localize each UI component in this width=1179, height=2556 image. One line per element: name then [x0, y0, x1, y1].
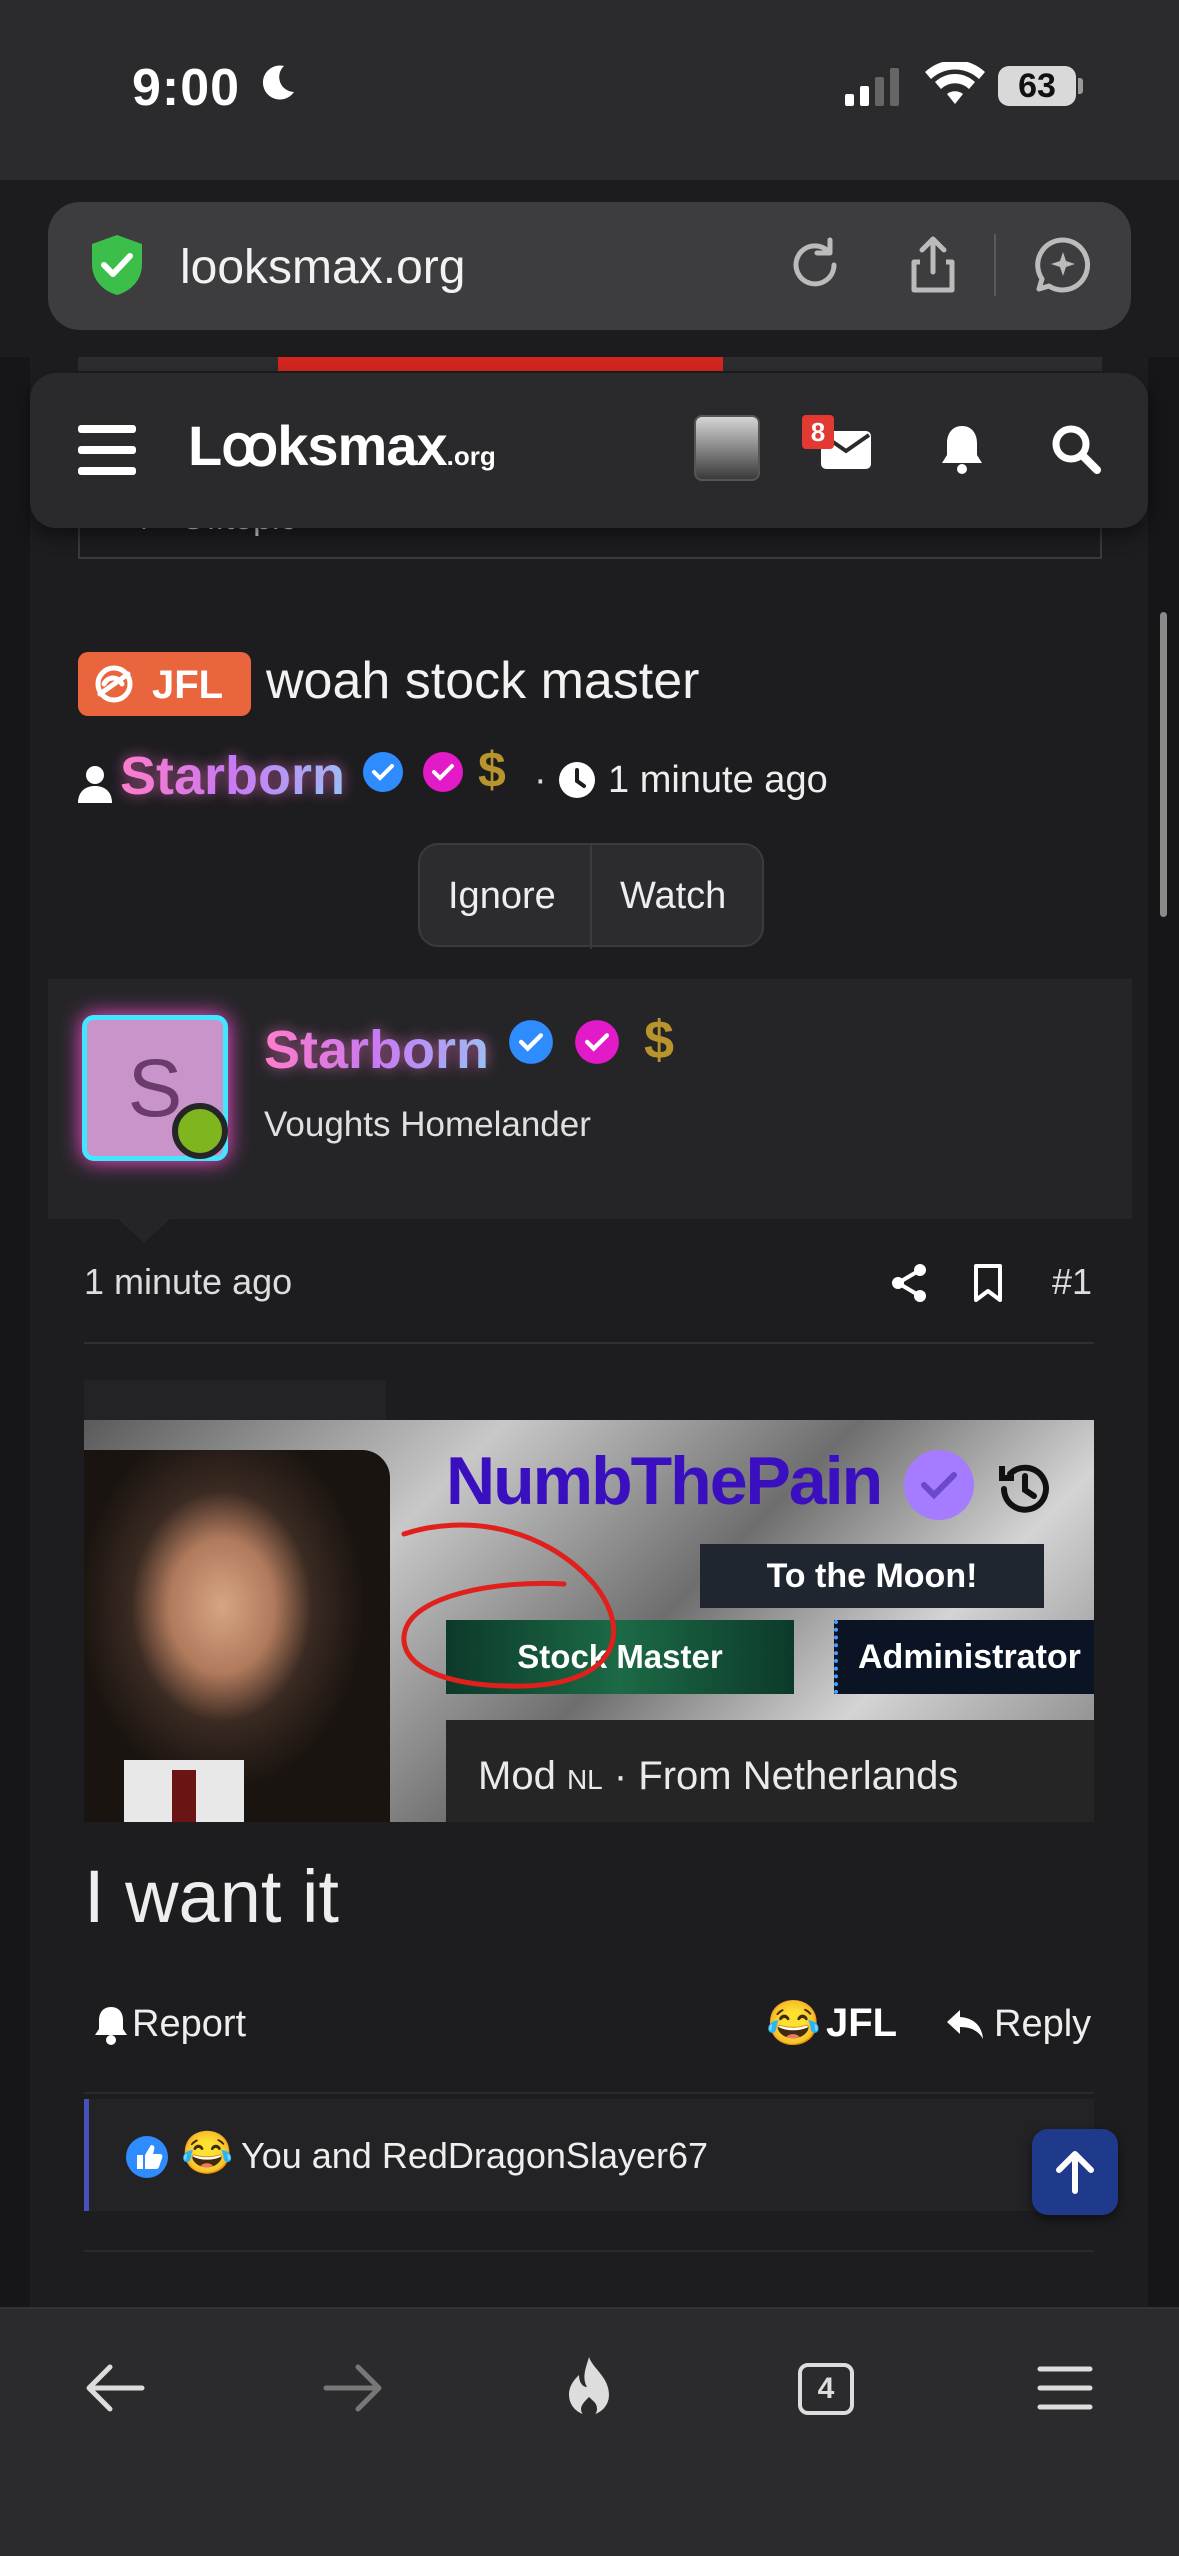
- clock: 9:00: [132, 59, 241, 117]
- prefix-label: JFL: [152, 663, 224, 707]
- from-text: · From Netherlands: [602, 1754, 959, 1798]
- country-code: NL: [566, 1764, 603, 1795]
- tabs-button[interactable]: 4: [798, 2363, 854, 2415]
- scroll-to-top-button[interactable]: [1032, 2129, 1118, 2215]
- notifications-bell-icon[interactable]: [938, 423, 986, 475]
- user-title: Voughts Homelander: [264, 1105, 591, 1144]
- divider: [84, 2250, 1094, 2252]
- post-time[interactable]: 1 minute ago: [84, 1261, 292, 1303]
- post-image[interactable]: NumbThePain To the Moon! Stock Master Ad…: [84, 1420, 1094, 1822]
- search-icon[interactable]: [1050, 423, 1102, 475]
- thread-title: woah stock master: [266, 652, 700, 710]
- reaction-button[interactable]: JFL: [826, 2001, 897, 2046]
- post-actions: Report 😂 JFL Reply: [84, 1993, 1094, 2063]
- page-gutter-left: [0, 357, 30, 2307]
- moon-icon: [262, 65, 294, 100]
- history-icon: [999, 1464, 1049, 1513]
- user-icon: [78, 766, 112, 803]
- image-location-row: Mod NL · From Netherlands: [446, 1720, 1094, 1822]
- ignore-button[interactable]: Ignore: [448, 875, 556, 918]
- divider: [84, 1342, 1094, 1344]
- button-divider: [590, 845, 592, 949]
- dollar-badge-icon: $: [478, 742, 506, 798]
- post-author-header: S Starborn $ Voughts Homelander: [48, 979, 1132, 1219]
- post-body: I want it: [84, 1855, 339, 1938]
- premium-badge-icon: [423, 752, 463, 792]
- menu-icon[interactable]: [78, 425, 136, 475]
- thread-author-link[interactable]: Starborn: [120, 745, 345, 807]
- web-page: Offtopic JFL woah stock master Starborn …: [0, 357, 1179, 2307]
- toolbar-separator: [994, 234, 996, 296]
- logo-text: Lꝏksmax: [188, 414, 448, 477]
- thread-prefix-badge[interactable]: JFL: [78, 652, 251, 716]
- browser-address-bar[interactable]: looksmax.org: [48, 202, 1131, 330]
- red-circle-annotation: [401, 1522, 617, 1689]
- image-username: NumbThePain: [446, 1443, 883, 1519]
- image-tab: [84, 1380, 386, 1420]
- ai-chat-icon[interactable]: [1032, 234, 1094, 296]
- flame-icon[interactable]: [554, 2353, 624, 2423]
- post-author-link[interactable]: Starborn: [264, 1019, 489, 1081]
- thread-time: 1 minute ago: [608, 759, 828, 801]
- battery-indicator: 63: [998, 66, 1076, 106]
- logo-suffix: .org: [446, 441, 496, 471]
- report-button[interactable]: Report: [132, 2003, 246, 2046]
- reply-arrow-icon[interactable]: [944, 2007, 986, 2043]
- site-logo[interactable]: Lꝏksmax.org: [188, 413, 496, 479]
- site-header: Lꝏksmax.org 8: [30, 373, 1148, 528]
- photo-tie: [172, 1770, 196, 1822]
- bell-icon[interactable]: [94, 2005, 128, 2045]
- toolbar-border: [0, 2307, 1179, 2309]
- status-bar: 9:00 63: [0, 0, 1179, 180]
- wifi-icon: [925, 62, 985, 104]
- url-text[interactable]: looksmax.org: [180, 240, 465, 295]
- post-number[interactable]: #1: [1052, 1261, 1092, 1303]
- laughing-emoji-icon: 😂: [181, 2129, 234, 2176]
- dollar-badge-icon: $: [644, 1010, 675, 1070]
- divider: [84, 2092, 1094, 2094]
- share-icon[interactable]: [890, 1263, 928, 1303]
- shield-check-icon[interactable]: [84, 232, 150, 298]
- back-arrow-icon[interactable]: [80, 2353, 150, 2423]
- signal-icon: [845, 68, 899, 106]
- inbox-badge: 8: [802, 415, 834, 449]
- arrow-up-icon: [1056, 2151, 1094, 2194]
- menu-icon[interactable]: [1030, 2353, 1100, 2423]
- page-scrollbar[interactable]: [1160, 612, 1167, 917]
- mod-word: Mod: [478, 1754, 567, 1798]
- reactions-summary[interactable]: 😂 You and RedDragonSlayer67: [84, 2099, 1094, 2211]
- forward-arrow-icon[interactable]: [318, 2353, 388, 2423]
- post-meta-row: 1 minute ago #1: [84, 1255, 1094, 1325]
- online-indicator: [172, 1103, 228, 1159]
- thread-actions: Ignore Watch: [418, 843, 764, 949]
- reload-icon[interactable]: [784, 234, 846, 296]
- laughing-emoji-icon[interactable]: 😂: [766, 1997, 821, 2049]
- bookmark-icon[interactable]: [972, 1263, 1004, 1303]
- reply-button[interactable]: Reply: [994, 2003, 1091, 2046]
- watch-button[interactable]: Watch: [620, 875, 726, 918]
- accent-strip: [278, 357, 723, 371]
- page-top-strip: [78, 357, 1102, 371]
- header-pointer: [118, 1219, 170, 1243]
- verified-badge-icon: [363, 752, 403, 792]
- reactions-text[interactable]: You and RedDragonSlayer67: [241, 2135, 708, 2177]
- image-location-text: Mod NL · From Netherlands: [478, 1754, 958, 1799]
- premium-badge-icon: [575, 1020, 619, 1064]
- share-icon[interactable]: [902, 234, 964, 296]
- browser-bottom-toolbar: 4: [0, 2307, 1179, 2556]
- battery-nub: [1078, 78, 1083, 94]
- verified-badge-icon: [509, 1020, 553, 1064]
- verified-check-icon: [904, 1450, 974, 1520]
- clock-icon: [559, 762, 595, 798]
- swirl-icon: [95, 665, 133, 703]
- meta-separator: ·: [534, 759, 547, 801]
- like-emoji-icon: [126, 2136, 168, 2178]
- account-avatar[interactable]: [694, 415, 760, 481]
